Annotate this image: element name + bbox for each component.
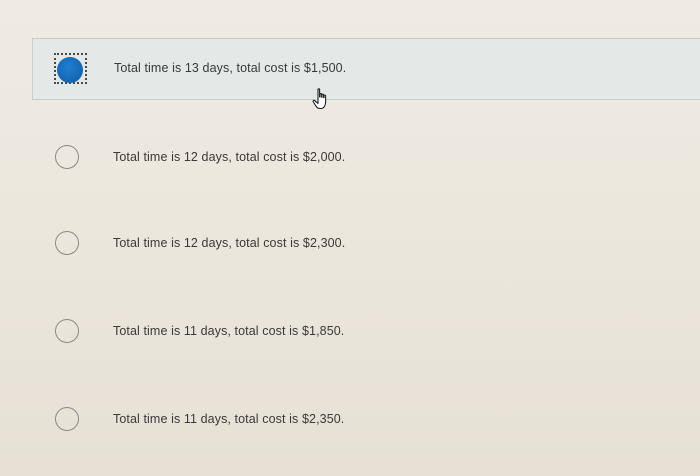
option-5-label: Total time is 11 days, total cost is $2,… [113,412,345,426]
option-3[interactable]: Total time is 12 days, total cost is $2,… [32,214,700,276]
radio-button[interactable] [55,145,79,169]
option-1-label: Total time is 13 days, total cost is $1,… [114,61,347,75]
option-5[interactable]: Total time is 11 days, total cost is $2,… [32,390,700,452]
answer-choices-panel: Total time is 13 days, total cost is $1,… [0,0,700,476]
radio-button-selected[interactable] [57,57,83,83]
option-3-label: Total time is 12 days, total cost is $2,… [113,236,346,250]
option-4[interactable]: Total time is 11 days, total cost is $1,… [32,302,700,364]
radio-button[interactable] [55,407,79,431]
option-2-label: Total time is 12 days, total cost is $2,… [113,150,346,164]
option-1[interactable]: Total time is 13 days, total cost is $1,… [32,38,700,100]
radio-button[interactable] [55,319,79,343]
hand-pointer-icon [312,88,327,110]
option-2[interactable]: Total time is 12 days, total cost is $2,… [32,128,700,190]
radio-button[interactable] [55,231,79,255]
option-4-label: Total time is 11 days, total cost is $1,… [113,324,345,338]
